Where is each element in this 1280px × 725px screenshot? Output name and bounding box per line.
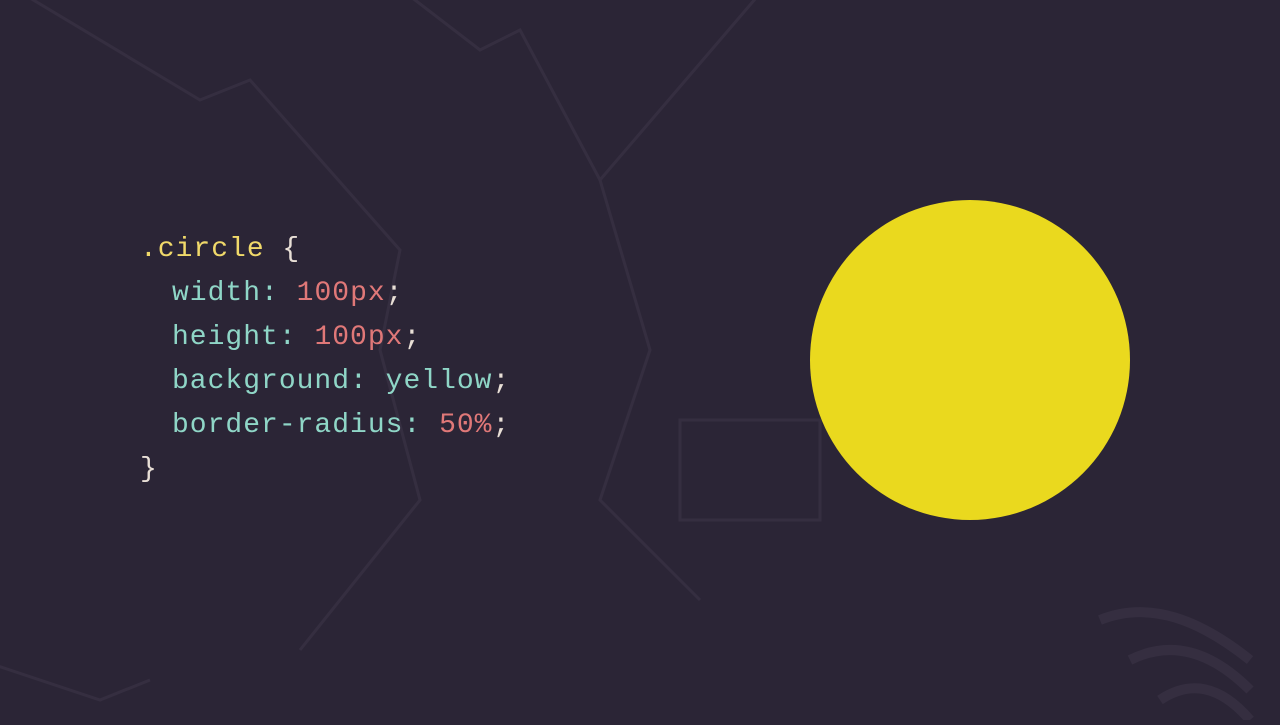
code-line-close: } (140, 448, 510, 492)
css-num: 50 (439, 410, 475, 441)
code-line-background: background: yellow; (140, 360, 510, 404)
css-value: yellow (386, 366, 493, 397)
code-line-selector: .circle { (140, 228, 510, 272)
code-block: .circle { width: 100px; height: 100px; b… (140, 228, 510, 492)
css-unit: % (475, 410, 493, 441)
code-line-height: height: 100px; (140, 316, 510, 360)
circle-output (810, 200, 1130, 520)
css-colon: : (350, 366, 368, 397)
css-semi: ; (403, 322, 421, 353)
close-brace: } (140, 454, 158, 485)
css-prop: width (172, 278, 261, 309)
css-colon: : (279, 322, 297, 353)
css-colon: : (403, 410, 421, 441)
css-num: 100 (297, 278, 350, 309)
css-unit: px (368, 322, 404, 353)
css-colon: : (261, 278, 279, 309)
css-prop: height (172, 322, 279, 353)
code-line-width: width: 100px; (140, 272, 510, 316)
css-semi: ; (492, 366, 510, 397)
css-prop: background (172, 366, 350, 397)
css-prop: border-radius (172, 410, 403, 441)
open-brace: { (265, 234, 301, 265)
css-num: 100 (314, 322, 367, 353)
css-unit: px (350, 278, 386, 309)
css-semi: ; (492, 410, 510, 441)
slide-content: .circle { width: 100px; height: 100px; b… (0, 0, 1280, 720)
code-line-border-radius: border-radius: 50%; (140, 404, 510, 448)
css-selector: .circle (140, 234, 265, 265)
css-semi: ; (386, 278, 404, 309)
